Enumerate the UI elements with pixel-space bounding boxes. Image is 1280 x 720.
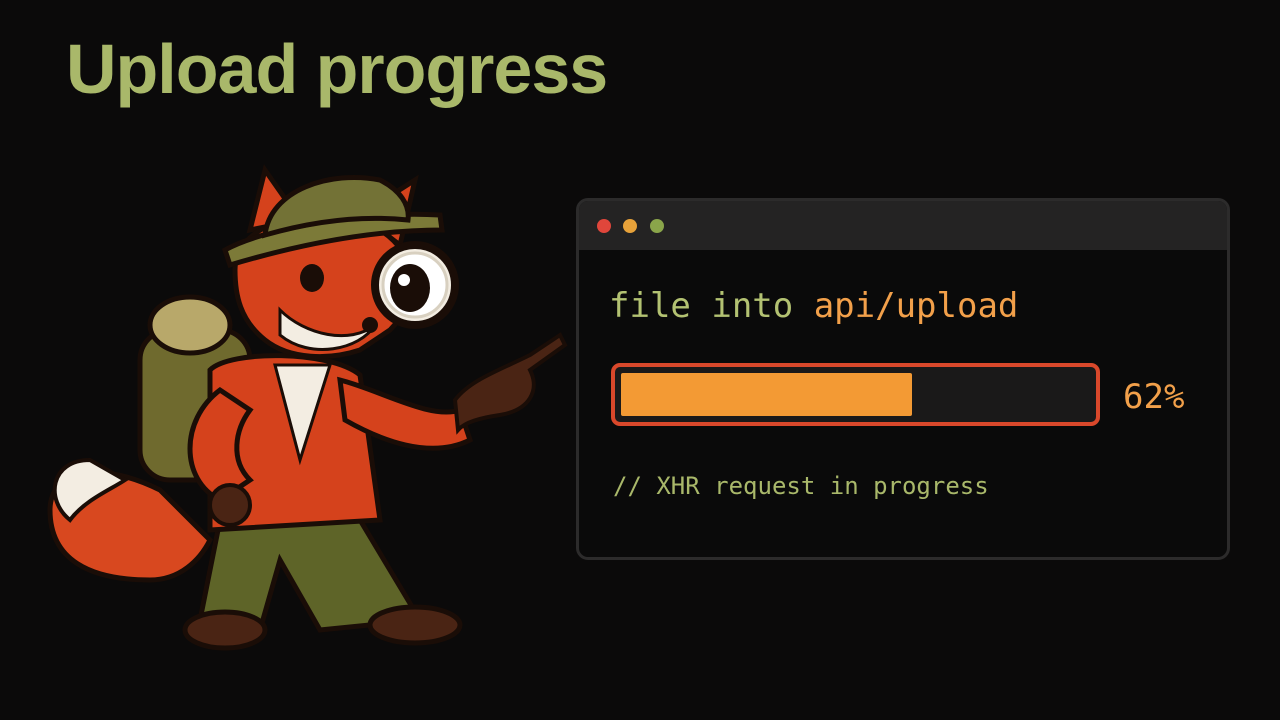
fox-pointing-hand — [452, 332, 568, 435]
command-line: file into api/upload — [609, 286, 1018, 326]
boot-left — [182, 609, 268, 651]
terminal-window: file into api/upload 62% // XHR request … — [576, 198, 1230, 560]
bedroll — [147, 294, 233, 356]
progress-bar — [611, 363, 1100, 426]
minimize-dot-icon[interactable] — [623, 219, 637, 233]
maximize-dot-icon[interactable] — [650, 219, 664, 233]
fox-eye — [300, 264, 324, 292]
magnified-eye — [390, 264, 430, 312]
close-dot-icon[interactable] — [597, 219, 611, 233]
fox-hand-left — [208, 483, 252, 527]
command-prefix: file into — [609, 286, 814, 326]
fox-mascot-illustration — [47, 164, 568, 651]
status-comment: // XHR request in progress — [613, 472, 989, 500]
fox-nose — [362, 317, 378, 333]
page-title: Upload progress — [66, 30, 608, 108]
progress-percent-label: 62% — [1123, 377, 1185, 417]
boot-right — [367, 604, 463, 646]
progress-bar-fill — [621, 373, 912, 416]
window-titlebar — [579, 201, 1227, 250]
command-path: api/upload — [813, 286, 1019, 326]
